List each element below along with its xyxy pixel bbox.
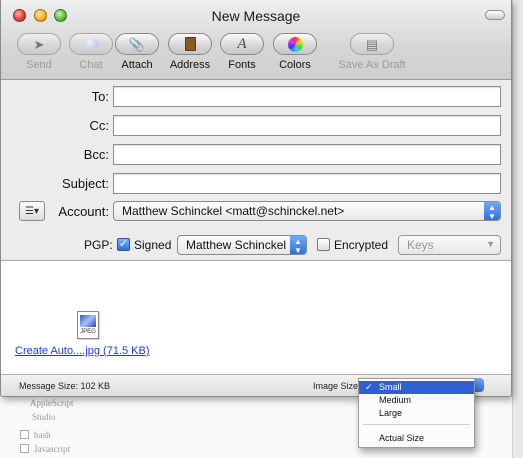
background-checkbox [20, 430, 29, 439]
checkmark-icon: ✓ [365, 382, 373, 392]
menu-item-medium[interactable]: Medium [359, 394, 474, 407]
send-button[interactable]: ➤ Send [9, 33, 69, 75]
chevron-down-icon: ▼ [486, 239, 495, 249]
menu-item-label: Large [379, 408, 403, 418]
menu-item-small[interactable]: ✓ Small [359, 381, 474, 394]
jpeg-icon-label: JPEG [80, 329, 96, 335]
popup-arrows-icon: ▲ ▼ [484, 202, 500, 220]
window-titlebar[interactable]: New Message ➤ Send Chat 📎 Attach Address… [1, 0, 511, 80]
menu-item-label: Actual Size [379, 433, 425, 443]
attach-label: Attach [121, 59, 153, 71]
menu-item-large[interactable]: Large [359, 407, 474, 420]
account-row: ☰▾ Account: Matthew Schinckel <matt@schi… [1, 201, 511, 223]
to-row: To: [1, 86, 511, 108]
background-text: Javascript [34, 444, 70, 454]
send-label: Send [26, 59, 52, 71]
background-text: bash [34, 430, 51, 440]
cc-field[interactable] [113, 115, 501, 136]
account-value: Matthew Schinckel <matt@schinckel.net> [122, 204, 345, 218]
keys-value: Keys [407, 238, 434, 252]
background-scrollbar [512, 0, 523, 458]
header-fields-menu-button[interactable]: ☰▾ [19, 201, 45, 221]
colors-button[interactable]: Colors [265, 33, 325, 75]
keys-popup[interactable]: Keys ▼ [398, 235, 501, 255]
colors-label: Colors [279, 59, 311, 71]
save-as-draft-button[interactable]: ▤ Save As Draft [327, 33, 417, 75]
list-icon: ☰▾ [25, 205, 39, 217]
address-button[interactable]: Address [160, 33, 220, 75]
background-text: AppleScript [30, 398, 74, 408]
jpeg-file-icon[interactable]: JPEG [77, 311, 99, 343]
message-body[interactable]: JPEG Create Auto....jpg (71.5 KB) [1, 260, 511, 374]
encrypted-checkbox[interactable] [317, 238, 330, 251]
address-book-icon [184, 37, 196, 51]
image-size-popup[interactable] [474, 378, 484, 392]
bcc-row: Bcc: [1, 144, 511, 166]
paperclip-icon: 📎 [128, 36, 146, 52]
message-header: To: Cc: Bcc: Subject: ☰▾ Account: Matthe… [1, 80, 511, 230]
menu-item-actual-size[interactable]: Actual Size [359, 432, 474, 445]
signer-value: Matthew Schinckel [186, 238, 287, 252]
save-draft-icon: ▤ [365, 36, 379, 52]
fonts-icon: A [237, 35, 247, 52]
cc-row: Cc: [1, 115, 511, 137]
cc-label: Cc: [89, 118, 110, 133]
image-size-menu: ✓ Small Medium Large Actual Size [358, 378, 475, 448]
subject-label: Subject: [62, 176, 109, 191]
attachment-link[interactable]: Create Auto....jpg (71.5 KB) [15, 345, 150, 357]
signed-label: Signed [134, 238, 172, 252]
to-label: To: [91, 89, 109, 104]
window-title: New Message [211, 8, 301, 24]
send-icon: ➤ [33, 36, 45, 52]
bcc-label: Bcc: [83, 147, 109, 162]
account-label: Account: [58, 204, 109, 219]
background-checkbox [20, 444, 29, 453]
toolbar-toggle-button[interactable] [485, 10, 505, 20]
message-size: Message Size: 102 KB [19, 381, 111, 391]
address-label: Address [169, 59, 211, 71]
subject-row: Subject: [1, 173, 511, 195]
chat-icon [83, 38, 99, 50]
signed-checkbox[interactable]: ✓ [117, 238, 130, 251]
save-as-draft-label: Save As Draft [338, 59, 406, 71]
signer-popup[interactable]: Matthew Schinckel ▲ ▼ [177, 235, 307, 255]
color-wheel-icon [287, 36, 303, 52]
fonts-label: Fonts [228, 59, 256, 71]
pgp-label: PGP: [84, 238, 113, 252]
attach-button[interactable]: 📎 Attach [107, 33, 167, 75]
fonts-button[interactable]: A Fonts [212, 33, 272, 75]
bcc-field[interactable] [113, 144, 501, 165]
popup-arrows-icon: ▲ ▼ [290, 236, 306, 254]
image-size-label: Image Size: [313, 381, 361, 391]
menu-separator [363, 424, 470, 425]
pgp-bar: PGP: ✓ Signed Matthew Schinckel ▲ ▼ Encry… [1, 230, 511, 260]
background-text: Studio [32, 412, 56, 422]
compose-window: New Message ➤ Send Chat 📎 Attach Address… [0, 0, 512, 397]
account-popup[interactable]: Matthew Schinckel <matt@schinckel.net> ▲… [113, 201, 501, 221]
encrypted-label: Encrypted [334, 238, 389, 252]
screen: AppleScript Studio bash Javascript New M… [0, 0, 523, 458]
to-field[interactable] [113, 86, 501, 107]
menu-item-label: Small [379, 382, 402, 392]
menu-item-label: Medium [379, 395, 412, 405]
subject-field[interactable] [113, 173, 501, 194]
